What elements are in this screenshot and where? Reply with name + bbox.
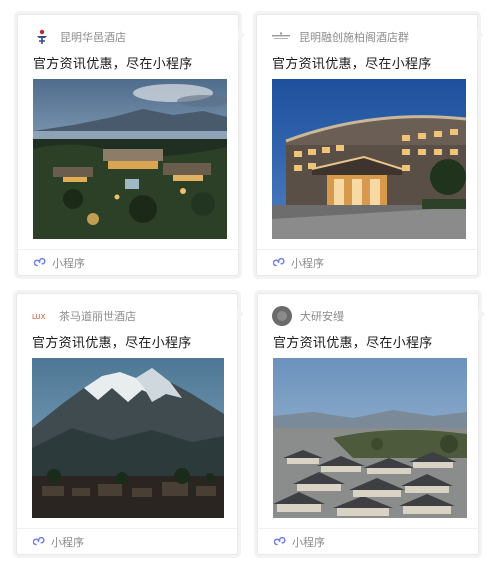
steigenberger-logo-icon xyxy=(271,27,291,47)
mini-program-icon xyxy=(273,535,287,549)
mini-program-card-huayi[interactable]: 昆明华邑酒店 官方资讯优惠，尽在小程序 小程序 xyxy=(17,14,245,276)
mountain-photo xyxy=(32,358,224,518)
mini-program-icon xyxy=(32,535,46,549)
brand-name: 昆明融创施柏阁酒店群 xyxy=(299,31,409,44)
mini-program-icon xyxy=(272,256,286,270)
hotel-photo xyxy=(272,79,466,239)
card-title: 官方资讯优惠，尽在小程序 xyxy=(33,57,193,72)
mini-program-card-steigenberger[interactable]: 昆明融创施柏阁酒店群 官方资讯优惠，尽在小程序 小程序 xyxy=(256,14,484,276)
brand-name: 茶马道丽世酒店 xyxy=(59,310,136,323)
card-title: 官方资讯优惠，尽在小程序 xyxy=(272,57,432,72)
mini-program-card-aman[interactable]: 大研安缦 官方资讯优惠，尽在小程序 小程序 xyxy=(257,293,485,555)
card-brand-row: 昆明融创施柏阁酒店群 xyxy=(271,27,409,47)
mini-program-footer: 小程序 xyxy=(18,249,238,275)
card-brand-row: 昆明华邑酒店 xyxy=(32,27,126,47)
lux-logo-icon: LUX xyxy=(31,306,51,326)
resort-photo xyxy=(33,79,227,239)
mini-program-footer: 小程序 xyxy=(257,249,477,275)
brand-name: 昆明华邑酒店 xyxy=(60,31,126,44)
mini-program-footer: 小程序 xyxy=(17,528,237,554)
old-town-photo xyxy=(273,358,467,518)
card-brand-row: 大研安缦 xyxy=(272,306,344,326)
mini-program-label: 小程序 xyxy=(291,256,324,270)
amanemblem-avatar-icon xyxy=(272,306,292,326)
mini-program-label: 小程序 xyxy=(52,256,85,270)
mini-program-card-lux[interactable]: LUX 茶马道丽世酒店 官方资讯优惠，尽在小程序 小程序 xyxy=(16,293,244,555)
mini-program-label: 小程序 xyxy=(51,535,84,549)
mini-program-icon xyxy=(33,256,47,270)
card-brand-row: LUX 茶马道丽世酒店 xyxy=(31,306,136,326)
mini-program-footer: 小程序 xyxy=(258,528,478,554)
mini-program-label: 小程序 xyxy=(292,535,325,549)
brand-name: 大研安缦 xyxy=(300,310,344,323)
card-title: 官方资讯优惠，尽在小程序 xyxy=(273,336,433,351)
huayi-logo-icon xyxy=(32,27,52,47)
card-title: 官方资讯优惠，尽在小程序 xyxy=(32,336,192,351)
svg-text:LUX: LUX xyxy=(32,313,46,320)
